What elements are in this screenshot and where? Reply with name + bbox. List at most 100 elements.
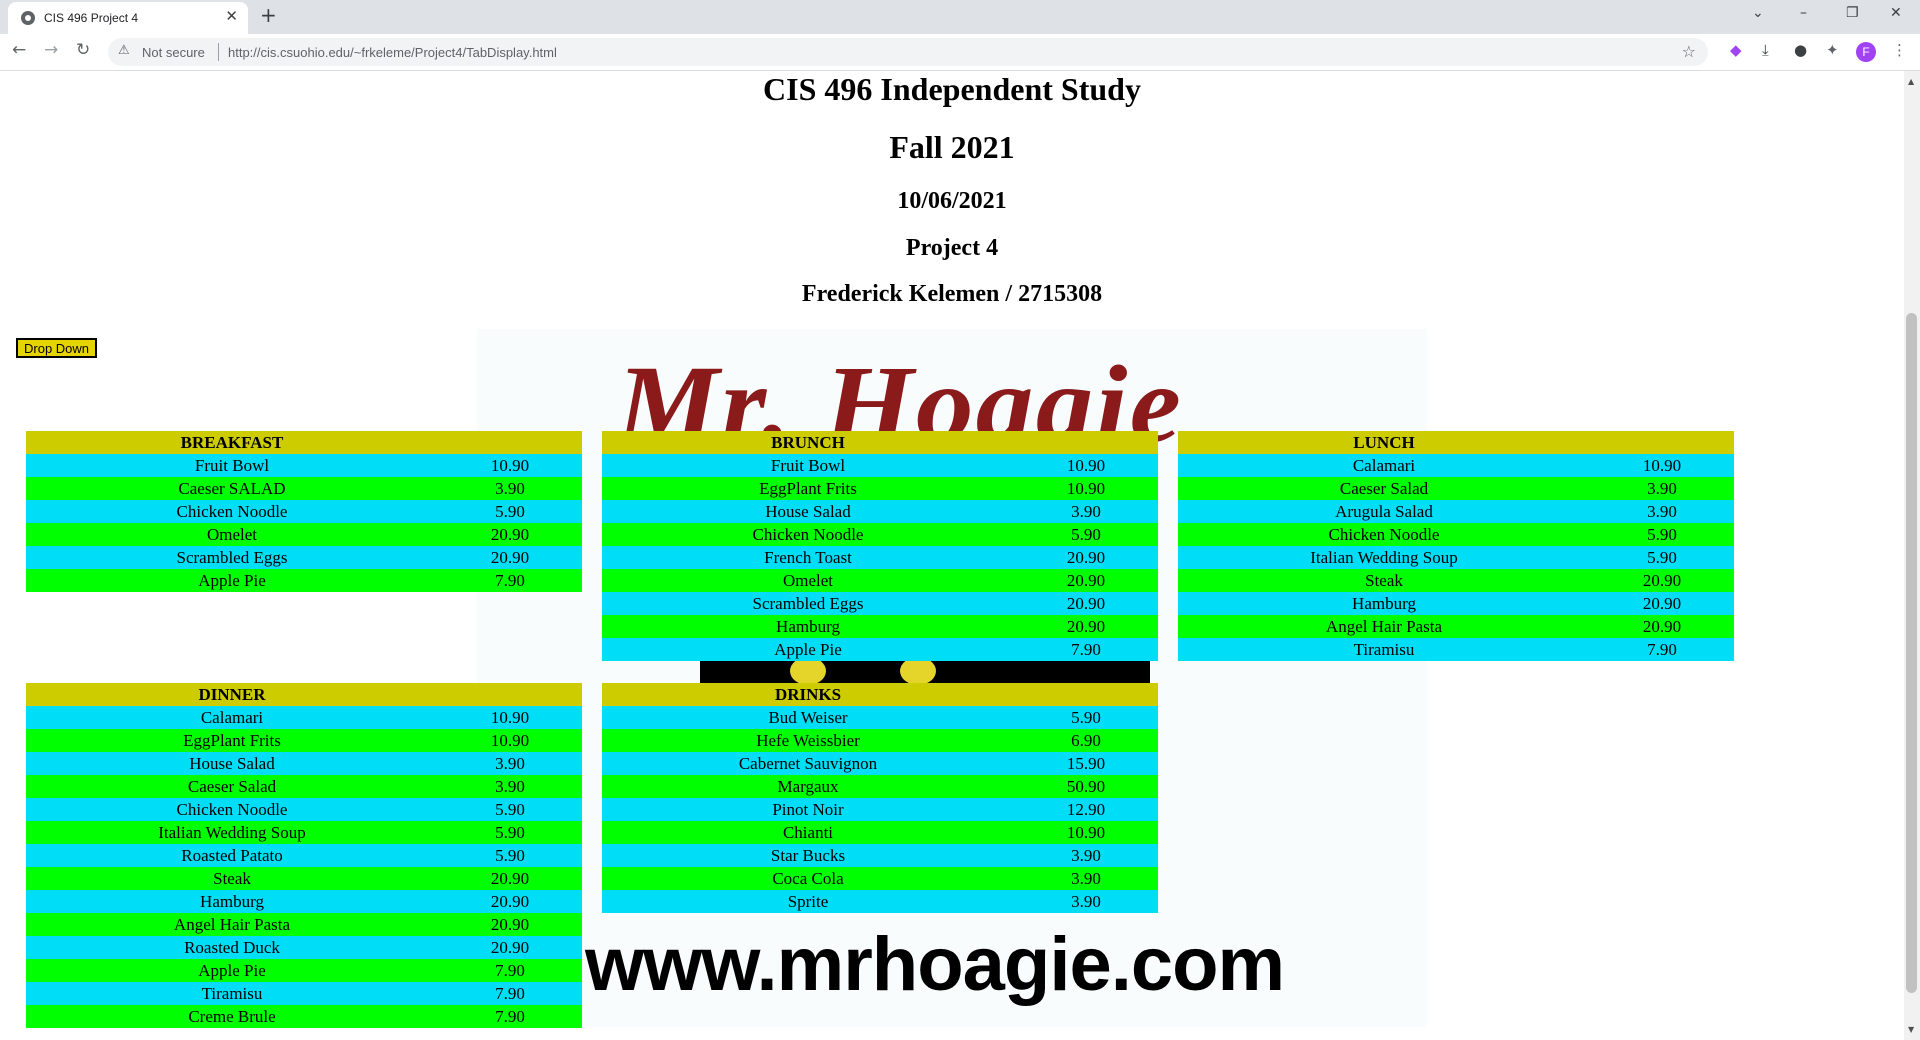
item-price: 20.90 [1642, 617, 1682, 636]
item-name: Star Bucks [770, 846, 846, 865]
item-name: Hefe Weissbier [756, 731, 860, 750]
menu-item-row: Omelet 20.90 [26, 523, 582, 546]
restore-icon[interactable]: ❐ [1846, 6, 1859, 20]
address-bar[interactable]: ⚠ Not secure http://cis.csuohio.edu/~frk… [108, 38, 1708, 66]
item-price: 10.90 [490, 456, 530, 475]
item-price: 7.90 [495, 1007, 525, 1026]
menu-item-row: Tiramisu 7.90 [1178, 638, 1734, 661]
scroll-up-icon[interactable]: ▲ [1908, 77, 1914, 86]
extensions-icon[interactable]: ✦ [1826, 43, 1839, 58]
menu-item-row: House Salad 3.90 [602, 500, 1158, 523]
item-price: 3.90 [495, 777, 525, 796]
tab-strip: CIS 496 Project 4 ✕ + ⌄ – ❐ ✕ [0, 0, 1920, 34]
item-name: Omelet [782, 571, 834, 590]
forward-icon[interactable]: → [44, 42, 58, 59]
vertical-scrollbar[interactable]: ▲ ▼ [1904, 71, 1920, 1040]
item-name: Pinot Noir [772, 800, 844, 819]
scroll-down-icon[interactable]: ▼ [1908, 1025, 1914, 1034]
item-name: Chianti [782, 823, 834, 842]
menu-item-row: Chicken Noodle 5.90 [26, 798, 582, 821]
item-price: 5.90 [1647, 525, 1677, 544]
browser-toolbar: ← → ↻ ⚠ Not secure http://cis.csuohio.ed… [0, 34, 1920, 71]
menu-item-row: Chicken Noodle 5.90 [26, 500, 582, 523]
item-name: EggPlant Frits [183, 731, 281, 750]
item-price: 10.90 [1066, 456, 1106, 475]
menu-item-row: Angel Hair Pasta 20.90 [26, 913, 582, 936]
item-name: Arugula Salad [1335, 502, 1433, 521]
scrollbar-thumb[interactable] [1906, 313, 1917, 993]
item-price: 20.90 [490, 869, 530, 888]
menu-title: BRUNCH [771, 433, 845, 452]
menu-title: LUNCH [1353, 433, 1415, 452]
item-name: Roasted Patato [181, 846, 283, 865]
menu-kebab-icon[interactable]: ⋮ [1892, 43, 1907, 58]
item-price: 7.90 [1071, 640, 1101, 659]
bookmark-star-icon[interactable]: ☆ [1682, 42, 1696, 61]
menu-item-row: Caeser Salad 3.90 [26, 775, 582, 798]
menu-item-row: Caeser SALAD 3.90 [26, 477, 582, 500]
drop-down-button[interactable]: Drop Down [16, 338, 98, 358]
item-name: EggPlant Frits [759, 479, 857, 498]
menu-item-row: EggPlant Frits 10.90 [26, 729, 582, 752]
globe-icon [21, 11, 35, 25]
menu-item-row: Roasted Patato 5.90 [26, 844, 582, 867]
minimize-icon[interactable]: – [1800, 6, 1807, 20]
menu-item-row: Hamburg 20.90 [26, 890, 582, 913]
item-price: 20.90 [1642, 594, 1682, 613]
warning-icon: ⚠ [118, 43, 130, 58]
menu-header: DINNER [26, 683, 582, 706]
close-window-icon[interactable]: ✕ [1890, 6, 1902, 20]
item-name: Fruit Bowl [770, 456, 846, 475]
menu-item-row: Fruit Bowl 10.90 [26, 454, 582, 477]
menu-item-row: Chianti 10.90 [602, 821, 1158, 844]
tab-search-icon[interactable]: ⌄ [1752, 6, 1764, 20]
item-price: 5.90 [1071, 525, 1101, 544]
menu-item-row: Apple Pie 7.90 [602, 638, 1158, 661]
menu-header: BRUNCH [602, 431, 1158, 454]
close-tab-icon[interactable]: ✕ [225, 9, 238, 24]
extension-puzzle-icon[interactable]: ◆ [1730, 43, 1742, 58]
item-price: 10.90 [1066, 823, 1106, 842]
item-price: 7.90 [495, 571, 525, 590]
menu-item-row: House Salad 3.90 [26, 752, 582, 775]
menu-item-row: Coca Cola 3.90 [602, 867, 1158, 890]
item-price: 20.90 [490, 525, 530, 544]
item-name: Fruit Bowl [194, 456, 270, 475]
date-heading: 10/06/2021 [897, 188, 1007, 214]
item-price: 5.90 [495, 800, 525, 819]
website-text: www.mrhoagie.com [585, 922, 1285, 1007]
menu-drinks: DRINKS Bud Weiser 5.90 Hefe Weissbier 6.90 Ca… [602, 683, 1158, 913]
item-price: 3.90 [1647, 479, 1677, 498]
profile-avatar[interactable]: F [1856, 42, 1876, 62]
menu-item-row: Apple Pie 7.90 [26, 569, 582, 592]
download-icon[interactable]: ⤓ [1762, 43, 1769, 58]
url-text[interactable]: http://cis.csuohio.edu/~frkeleme/Project… [228, 45, 557, 60]
item-price: 20.90 [490, 892, 530, 911]
browser-tab[interactable]: CIS 496 Project 4 ✕ [8, 2, 248, 34]
menu-item-row: Steak 20.90 [26, 867, 582, 890]
menu-header: BREAKFAST [26, 431, 582, 454]
menu-item-row: Steak 20.90 [1178, 569, 1734, 592]
menu-item-row: Roasted Duck 20.90 [26, 936, 582, 959]
item-price: 7.90 [495, 961, 525, 980]
menu-item-row: Scrambled Eggs 20.90 [26, 546, 582, 569]
menu-item-row: Italian Wedding Soup 5.90 [26, 821, 582, 844]
item-name: Sprite [787, 892, 829, 911]
item-price: 5.90 [495, 846, 525, 865]
new-tab-button[interactable]: + [260, 5, 277, 25]
menu-breakfast: BREAKFAST Fruit Bowl 10.90 Caeser SALAD 3.90… [26, 431, 582, 592]
menu-item-row: Bud Weiser 5.90 [602, 706, 1158, 729]
vpn-icon[interactable]: ● [1794, 43, 1807, 58]
back-icon[interactable]: ← [12, 42, 26, 59]
reload-icon[interactable]: ↻ [76, 42, 90, 59]
menu-brunch: BRUNCH Fruit Bowl 10.90 EggPlant Frits 10.90… [602, 431, 1158, 661]
menu-item-row: Calamari 10.90 [26, 706, 582, 729]
item-price: 20.90 [1066, 617, 1106, 636]
item-name: Apple Pie [198, 571, 266, 590]
item-price: 20.90 [1066, 594, 1106, 613]
menu-title: BREAKFAST [180, 433, 284, 452]
item-price: 5.90 [495, 823, 525, 842]
menu-item-row: Arugula Salad 3.90 [1178, 500, 1734, 523]
item-price: 20.90 [490, 548, 530, 567]
item-name: Italian Wedding Soup [158, 823, 306, 842]
